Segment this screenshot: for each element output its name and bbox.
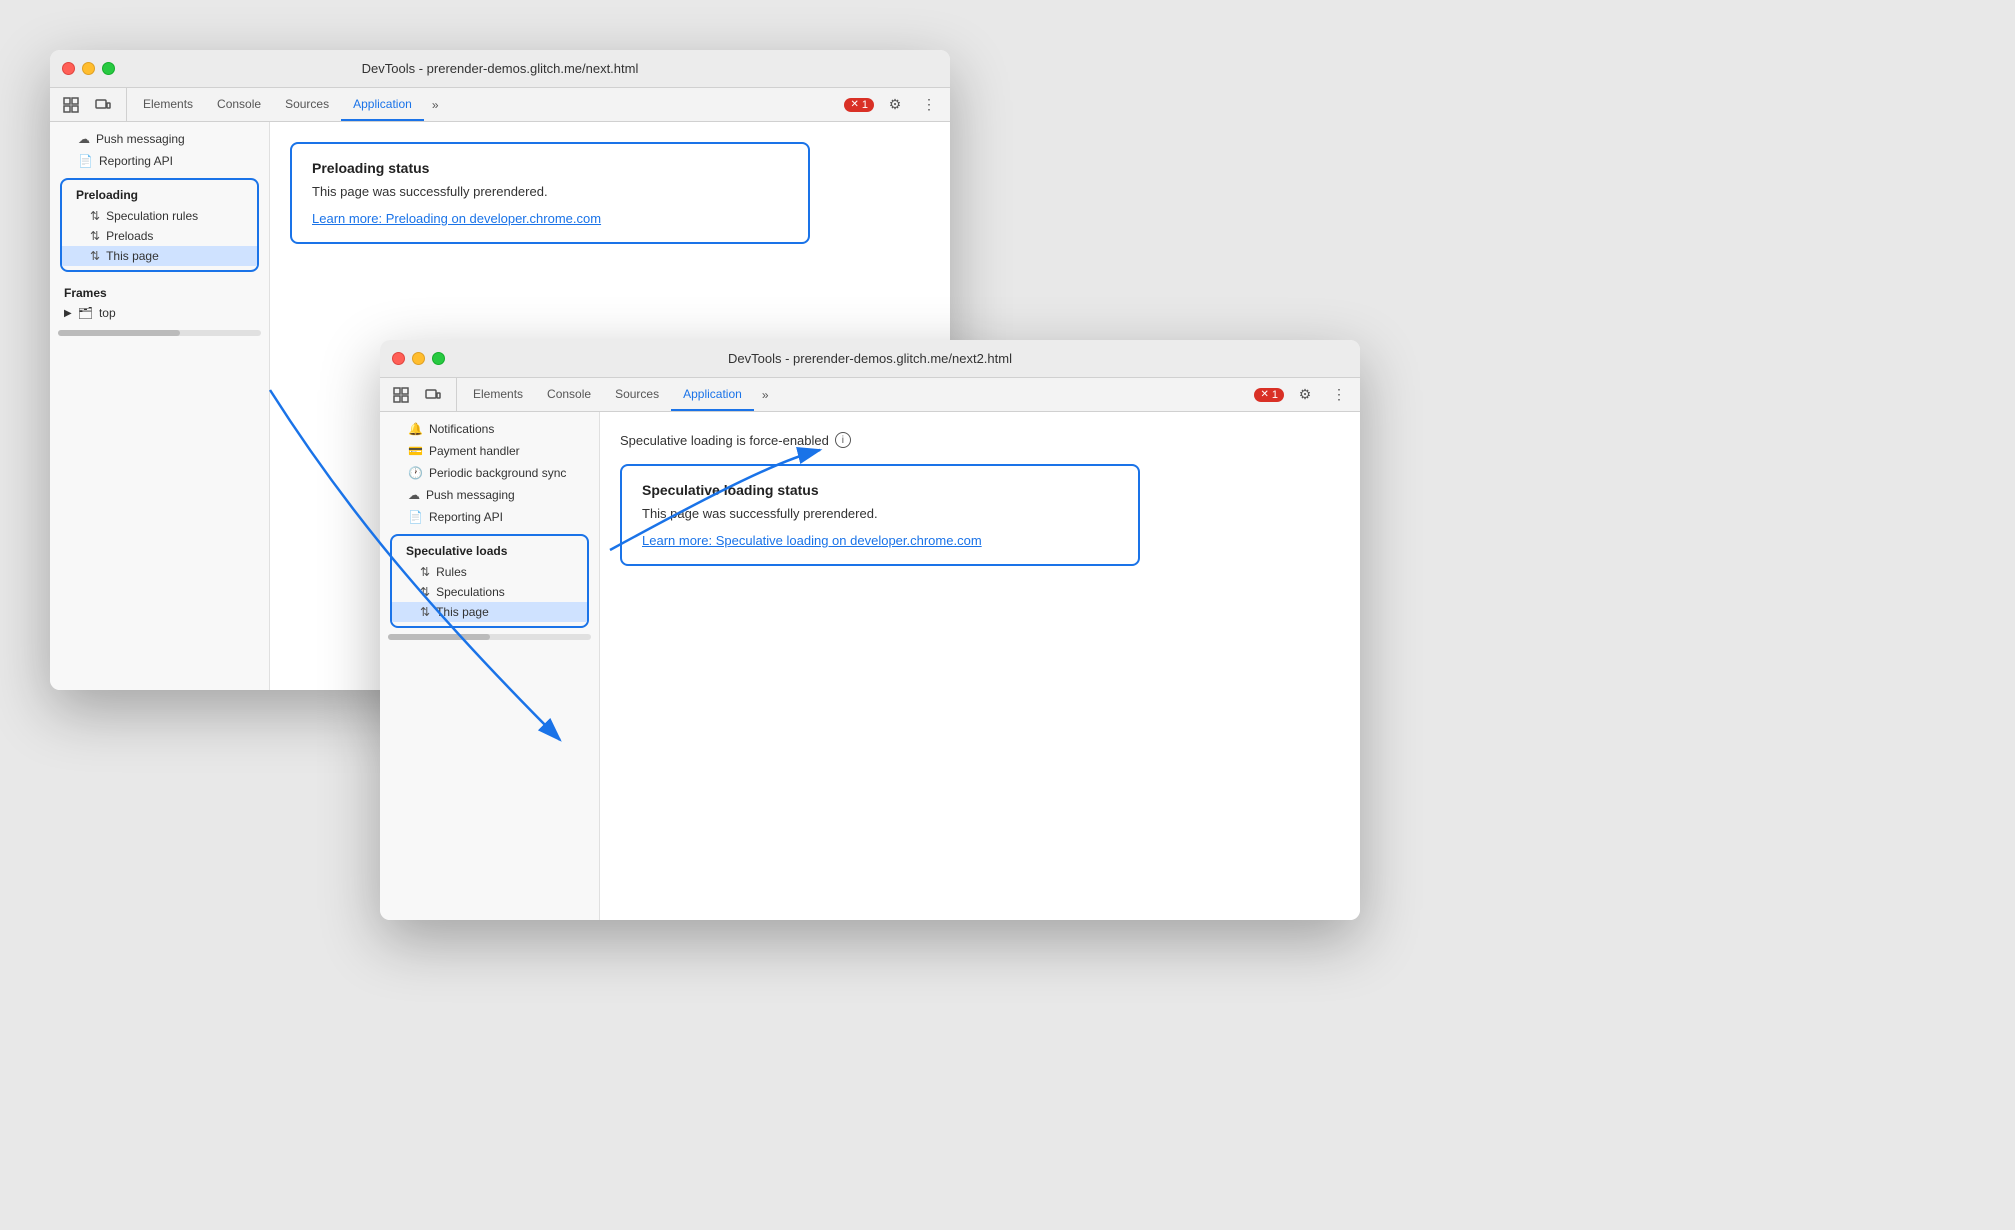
window-title-2: DevTools - prerender-demos.glitch.me/nex… [728,351,1012,366]
speculative-loads-title: Speculative loads [392,540,587,562]
settings-icon-2[interactable]: ⚙ [1292,382,1318,408]
folder-icon: 🗂 [78,306,93,320]
updown-icon-4: ⇅ [420,565,430,579]
sidebar-item-push-messaging-2[interactable]: ☁ Push messaging [380,484,599,506]
speculative-loading-status-card: Speculative loading status This page was… [620,464,1140,566]
responsive-icon-2[interactable] [420,382,446,408]
traffic-lights-2 [392,352,445,365]
force-enabled-row: Speculative loading is force-enabled i [620,432,1340,448]
updown-icon-6: ⇅ [420,605,430,619]
cursor-icon-2[interactable] [388,382,414,408]
preloading-status-card: Preloading status This page was successf… [290,142,810,244]
clock-icon: 🕐 [408,466,423,480]
speculative-loads-group: Speculative loads ⇅ Rules ⇅ Speculations… [390,534,589,628]
tab-elements-2[interactable]: Elements [461,378,535,411]
error-badge-1[interactable]: ✕ 1 [844,98,874,112]
cloud-icon-2: ☁ [408,488,420,502]
cursor-icon[interactable] [58,92,84,118]
sidebar-2: 🔔 Notifications 💳 Payment handler 🕐 Peri… [380,412,600,920]
maximize-button-2[interactable] [432,352,445,365]
settings-icon-1[interactable]: ⚙ [882,92,908,118]
frame-expand-icon: ▶ [64,308,72,319]
preloading-status-title: Preloading status [312,160,788,176]
sidebar-item-reporting-api-1[interactable]: 📄 Reporting API [50,150,269,172]
sidebar-item-this-page-1[interactable]: ⇅ This page [62,246,257,266]
tabs-right-1: ✕ 1 ⚙ ⋮ [844,88,942,121]
tabs-bar-2: Elements Console Sources Application » ✕… [380,378,1360,412]
more-options-icon-2[interactable]: ⋮ [1326,382,1352,408]
sidebar-item-push-messaging-1[interactable]: ☁ Push messaging [50,128,269,150]
speculative-loading-status-title: Speculative loading status [642,482,1118,498]
devtools-window-2: DevTools - prerender-demos.glitch.me/nex… [380,340,1360,920]
tab-application-1[interactable]: Application [341,88,424,121]
notif-icon: 🔔 [408,422,423,436]
window-title-1: DevTools - prerender-demos.glitch.me/nex… [362,61,639,76]
close-button-2[interactable] [392,352,405,365]
close-button-1[interactable] [62,62,75,75]
tab-icons-2 [388,378,457,411]
tab-sources-1[interactable]: Sources [273,88,341,121]
sidebar-item-notifications[interactable]: 🔔 Notifications [380,418,599,440]
devtools-body-2: 🔔 Notifications 💳 Payment handler 🕐 Peri… [380,412,1360,920]
sidebar-item-reporting-api-2[interactable]: 📄 Reporting API [380,506,599,528]
sidebar-item-periodic-bg[interactable]: 🕐 Periodic background sync [380,462,599,484]
preloading-title: Preloading [62,184,257,206]
preloading-group: Preloading ⇅ Speculation rules ⇅ Preload… [60,178,259,272]
sidebar-item-top-frame[interactable]: ▶ 🗂 top [64,304,255,322]
sidebar-item-speculation-rules[interactable]: ⇅ Speculation rules [62,206,257,226]
payment-icon: 💳 [408,444,423,458]
updown-icon-1: ⇅ [90,209,100,223]
info-icon[interactable]: i [835,432,851,448]
force-enabled-text: Speculative loading is force-enabled [620,433,829,448]
preloading-status-text: This page was successfully prerendered. [312,184,788,199]
titlebar-1: DevTools - prerender-demos.glitch.me/nex… [50,50,950,88]
maximize-button-1[interactable] [102,62,115,75]
minimize-button-2[interactable] [412,352,425,365]
doc-icon: 📄 [78,154,93,168]
sidebar-item-this-page-2[interactable]: ⇅ This page [392,602,587,622]
tab-console-1[interactable]: Console [205,88,273,121]
cloud-icon: ☁ [78,132,90,146]
frames-section-1: Frames ▶ 🗂 top [50,278,269,326]
speculative-loading-learn-more-link[interactable]: Learn more: Speculative loading on devel… [642,533,982,548]
error-badge-2[interactable]: ✕ 1 [1254,388,1284,402]
sidebar-item-preloads[interactable]: ⇅ Preloads [62,226,257,246]
updown-icon-2: ⇅ [90,229,100,243]
responsive-icon[interactable] [90,92,116,118]
tabs-bar-1: Elements Console Sources Application » ✕… [50,88,950,122]
sidebar-item-speculations[interactable]: ⇅ Speculations [392,582,587,602]
sidebar-1: ☁ Push messaging 📄 Reporting API Preload… [50,122,270,690]
traffic-lights-1 [62,62,115,75]
preloading-learn-more-link[interactable]: Learn more: Preloading on developer.chro… [312,211,601,226]
tab-sources-2[interactable]: Sources [603,378,671,411]
more-options-icon-1[interactable]: ⋮ [916,92,942,118]
main-content-2: Speculative loading is force-enabled i S… [600,412,1360,920]
sidebar-item-rules[interactable]: ⇅ Rules [392,562,587,582]
sidebar-item-payment-handler[interactable]: 💳 Payment handler [380,440,599,462]
doc-icon-2: 📄 [408,510,423,524]
updown-icon-5: ⇅ [420,585,430,599]
tab-more-2[interactable]: » [754,378,777,411]
titlebar-2: DevTools - prerender-demos.glitch.me/nex… [380,340,1360,378]
frames-title-1: Frames [64,286,255,300]
tab-elements-1[interactable]: Elements [131,88,205,121]
tab-console-2[interactable]: Console [535,378,603,411]
updown-icon-3: ⇅ [90,249,100,263]
tab-icons-1 [58,88,127,121]
minimize-button-1[interactable] [82,62,95,75]
tab-more-1[interactable]: » [424,88,447,121]
tab-application-2[interactable]: Application [671,378,754,411]
speculative-loading-status-text: This page was successfully prerendered. [642,506,1118,521]
tabs-right-2: ✕ 1 ⚙ ⋮ [1254,378,1352,411]
